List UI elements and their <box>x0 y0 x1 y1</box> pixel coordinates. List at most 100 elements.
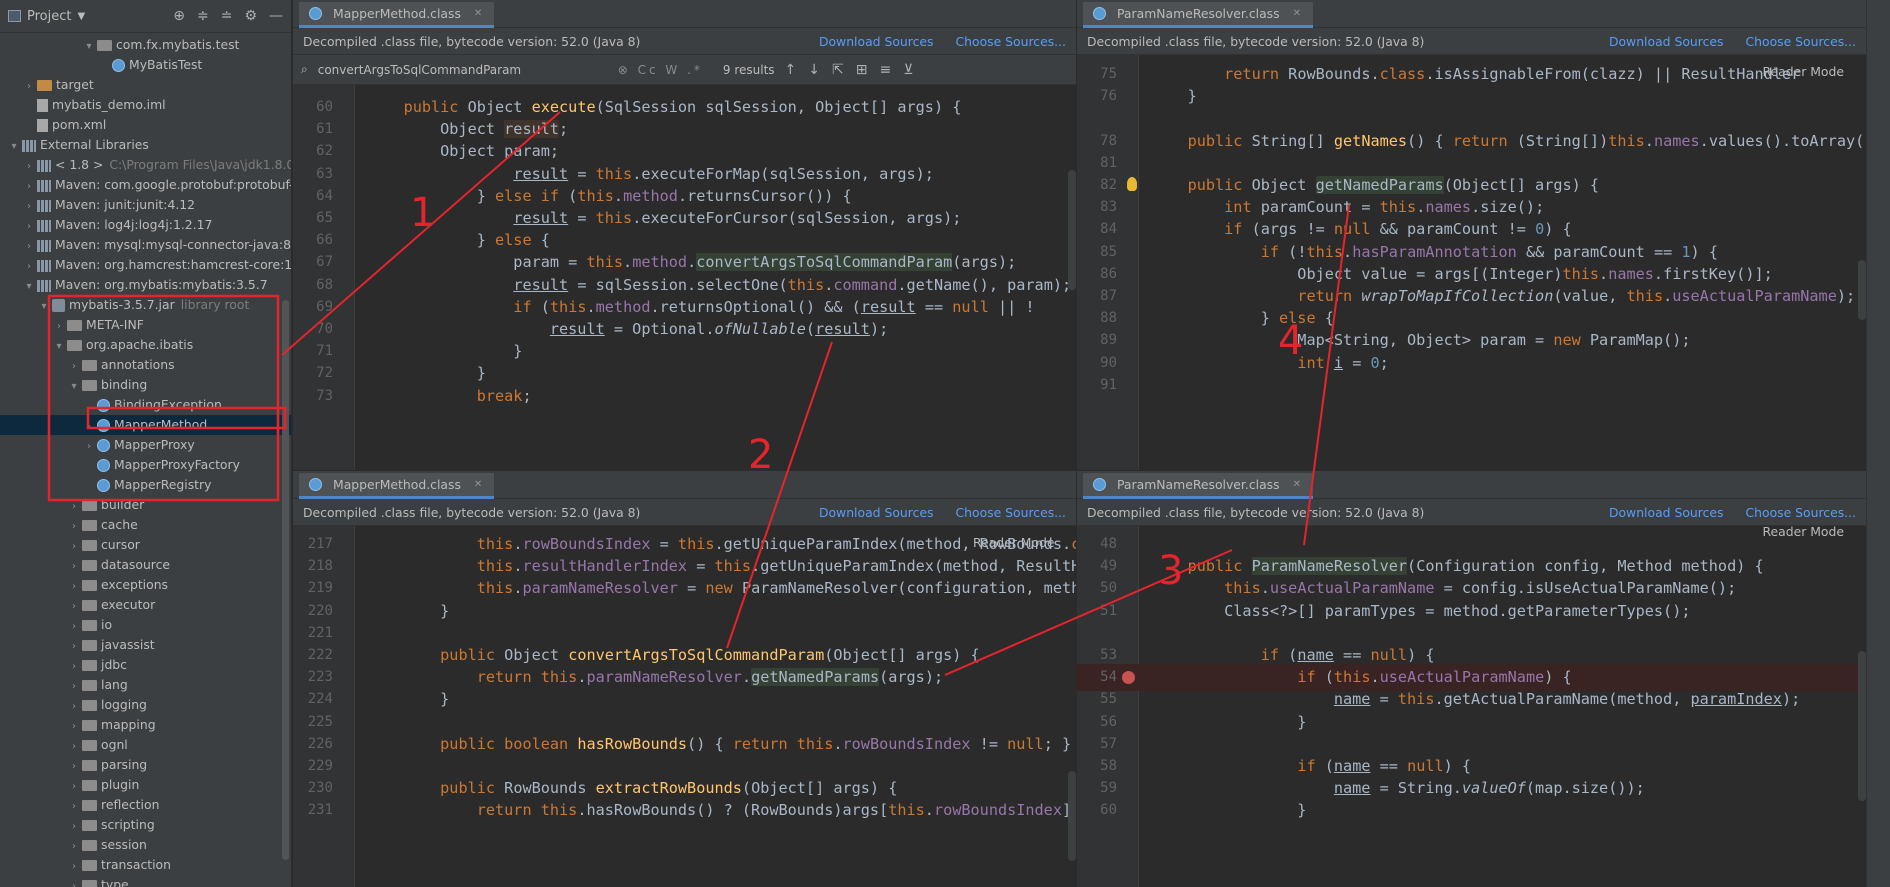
chevron-down-icon[interactable]: ▾ <box>68 377 80 397</box>
chevron-right-icon[interactable]: › <box>23 257 35 277</box>
chevron-right-icon[interactable]: › <box>68 777 80 797</box>
chevron-right-icon[interactable]: › <box>23 177 35 197</box>
chevron-right-icon[interactable]: › <box>68 737 80 757</box>
tree-item[interactable]: ▾ mybatis-3.5.7.jar library root <box>0 295 291 315</box>
tree-item[interactable]: › Maven: log4j:log4j:1.2.17 <box>0 215 291 235</box>
intention-bulb-icon[interactable] <box>1127 177 1137 191</box>
breakpoint-icon[interactable] <box>1122 671 1135 685</box>
editor-scrollbar[interactable] <box>1068 771 1076 861</box>
download-sources-link[interactable]: Download Sources <box>819 505 934 520</box>
tree-item[interactable]: › javassist <box>0 635 291 655</box>
close-icon[interactable]: ✕ <box>474 479 482 490</box>
chevron-right-icon[interactable]: › <box>68 497 80 517</box>
tab-mappermethod-class[interactable]: MapperMethod.class ✕ <box>299 473 495 499</box>
tree-item[interactable]: › Maven: mysql:mysql-connector-java:8.0 <box>0 235 291 255</box>
chevron-down-icon[interactable]: ▾ <box>83 37 95 57</box>
tree-item[interactable]: › cursor <box>0 535 291 555</box>
tree-item[interactable]: › META-INF <box>0 315 291 335</box>
chevron-right-icon[interactable]: › <box>68 537 80 557</box>
editor-scrollbar[interactable] <box>1858 651 1866 801</box>
tree-item[interactable]: › Maven: com.google.protobuf:protobuf- <box>0 175 291 195</box>
tree-item[interactable]: › annotations <box>0 355 291 375</box>
tree-item[interactable]: mybatis_demo.iml <box>0 95 291 115</box>
chevron-right-icon[interactable]: › <box>68 717 80 737</box>
tree-scrollbar[interactable] <box>282 300 289 860</box>
code-line[interactable]: 73 break; <box>293 383 1076 410</box>
choose-sources-link[interactable]: Choose Sources... <box>955 34 1066 49</box>
close-icon[interactable]: ✕ <box>474 8 482 19</box>
tree-item[interactable]: › MapperMethod <box>0 415 291 435</box>
chevron-right-icon[interactable]: › <box>68 617 80 637</box>
chevron-right-icon[interactable]: › <box>23 197 35 217</box>
search-navigation-icons[interactable]: ↑↓⇱⊞≡⊻ <box>785 62 926 78</box>
close-icon[interactable]: ✕ <box>1293 479 1301 490</box>
chevron-right-icon[interactable]: › <box>68 597 80 617</box>
chevron-right-icon[interactable]: › <box>23 237 35 257</box>
search-options-icons[interactable]: ⊗ Cc W .* <box>618 63 703 77</box>
tree-item[interactable]: › jdbc <box>0 655 291 675</box>
chevron-right-icon[interactable]: › <box>83 437 95 457</box>
chevron-down-icon[interactable]: ▾ <box>53 337 65 357</box>
tree-item[interactable]: ▾ Maven: org.mybatis:mybatis:3.5.7 <box>0 275 291 295</box>
line-number[interactable]: 231 <box>293 797 333 824</box>
tree-item[interactable]: › Maven: junit:junit:4.12 <box>0 195 291 215</box>
chevron-down-icon[interactable]: ▾ <box>38 297 50 317</box>
tree-item[interactable]: › executor <box>0 595 291 615</box>
tree-item[interactable]: ▾ External Libraries <box>0 135 291 155</box>
project-title[interactable]: Project <box>27 9 71 24</box>
editor-scrollbar[interactable] <box>1068 170 1076 290</box>
tab-paramnameresolver-class[interactable]: ParamNameResolver.class ✕ <box>1083 473 1313 499</box>
tree-item[interactable]: › scripting <box>0 815 291 835</box>
tree-item[interactable]: › ognl <box>0 735 291 755</box>
choose-sources-link[interactable]: Choose Sources... <box>1745 34 1856 49</box>
code-line[interactable]: 60 } <box>1077 797 1866 824</box>
choose-sources-link[interactable]: Choose Sources... <box>1745 505 1856 520</box>
code-line[interactable]: 91 <box>1077 372 1866 399</box>
chevron-right-icon[interactable]: › <box>23 217 35 237</box>
tree-item[interactable]: › datasource <box>0 555 291 575</box>
download-sources-link[interactable]: Download Sources <box>1609 505 1724 520</box>
chevron-right-icon[interactable]: › <box>23 157 35 177</box>
line-number[interactable]: 73 <box>293 383 333 410</box>
chevron-right-icon[interactable]: › <box>23 77 35 97</box>
chevron-right-icon[interactable]: › <box>68 757 80 777</box>
chevron-right-icon[interactable]: › <box>83 417 95 437</box>
editor-scrollbar[interactable] <box>1858 260 1866 320</box>
tree-item[interactable]: › exceptions <box>0 575 291 595</box>
tree-item[interactable]: › logging <box>0 695 291 715</box>
tree-item[interactable]: ▾ binding <box>0 375 291 395</box>
tree-item[interactable]: › Maven: org.hamcrest:hamcrest-core:1.3 <box>0 255 291 275</box>
tree-item[interactable]: › transaction <box>0 855 291 875</box>
tree-item[interactable]: › cache <box>0 515 291 535</box>
chevron-right-icon[interactable]: › <box>68 577 80 597</box>
code-line[interactable]: 231 return this.hasRowBounds() ? (RowBou… <box>293 797 1076 824</box>
gear-icon[interactable]: ⚙ <box>244 8 257 24</box>
tree-item[interactable]: ▾ org.apache.ibatis <box>0 335 291 355</box>
chevron-right-icon[interactable]: › <box>68 657 80 677</box>
hide-icon[interactable]: — <box>269 8 283 24</box>
tree-item[interactable]: › io <box>0 615 291 635</box>
tree-item[interactable]: MyBatisTest <box>0 55 291 75</box>
tree-item[interactable]: › type <box>0 875 291 887</box>
tree-item[interactable]: › mapping <box>0 715 291 735</box>
choose-sources-link[interactable]: Choose Sources... <box>955 505 1066 520</box>
tab-mappermethod-class[interactable]: MapperMethod.class ✕ <box>299 2 495 28</box>
tree-item[interactable]: › < 1.8 > C:\Program Files\Java\jdk1.8.0_ <box>0 155 291 175</box>
chevron-right-icon[interactable]: › <box>68 357 80 377</box>
chevron-right-icon[interactable]: › <box>68 557 80 577</box>
tree-item[interactable]: ▾ com.fx.mybatis.test <box>0 35 291 55</box>
tree-item[interactable]: MapperRegistry <box>0 475 291 495</box>
chevron-right-icon[interactable]: › <box>68 817 80 837</box>
download-sources-link[interactable]: Download Sources <box>819 34 934 49</box>
tree-item[interactable]: pom.xml <box>0 115 291 135</box>
chevron-right-icon[interactable]: › <box>68 677 80 697</box>
chevron-down-icon[interactable]: ▾ <box>23 277 35 297</box>
tree-item[interactable]: › parsing <box>0 755 291 775</box>
tree-item[interactable]: BindingException <box>0 395 291 415</box>
search-input[interactable]: convertArgsToSqlCommandParam <box>318 63 608 77</box>
locate-icon[interactable]: ⊕ <box>173 8 185 24</box>
line-number[interactable]: 60 <box>1077 797 1117 824</box>
download-sources-link[interactable]: Download Sources <box>1609 34 1724 49</box>
chevron-right-icon[interactable]: › <box>68 797 80 817</box>
expand-all-icon[interactable]: ≑ <box>197 8 209 24</box>
